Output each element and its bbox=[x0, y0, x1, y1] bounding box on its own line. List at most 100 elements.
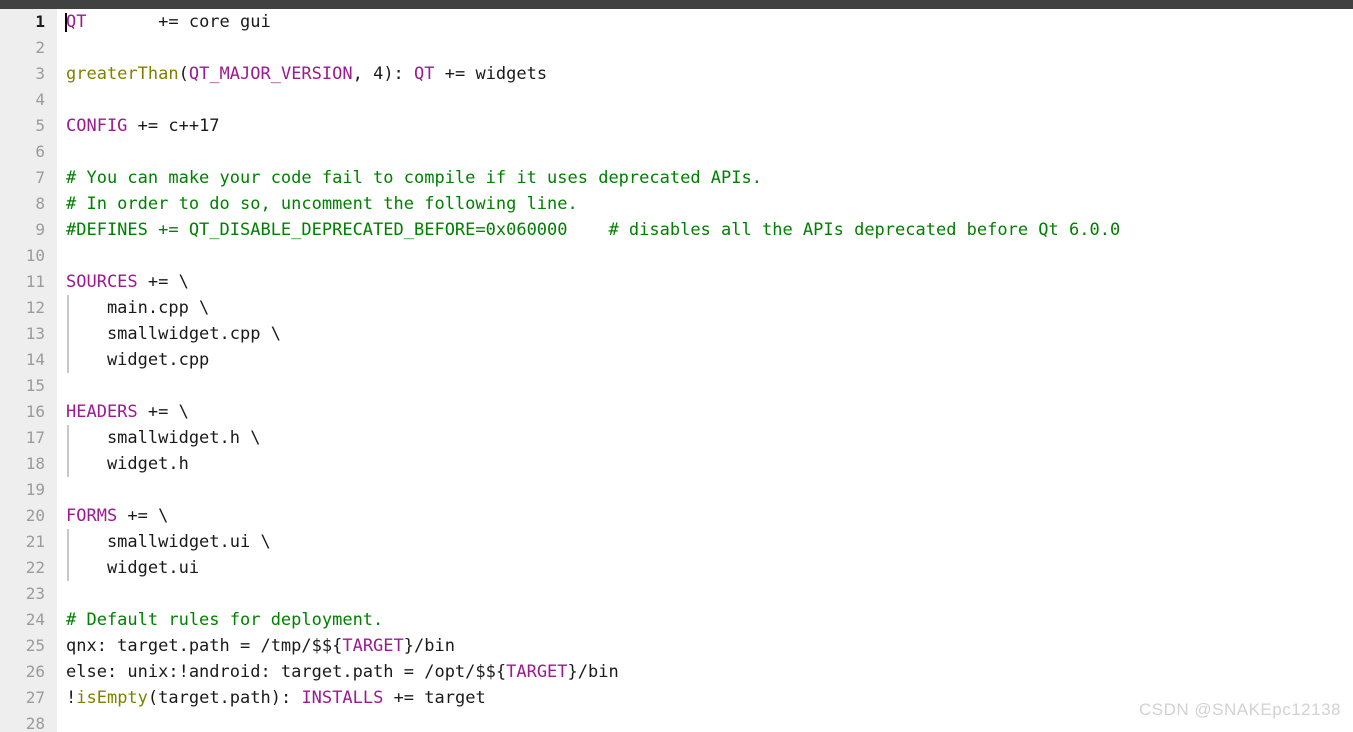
line-number: 7 bbox=[35, 168, 45, 187]
line-number: 9 bbox=[35, 220, 45, 239]
line-number: 14 bbox=[25, 350, 45, 369]
code-line[interactable]: 7 # You can make your code fail to compil… bbox=[0, 165, 1353, 191]
code-line[interactable]: 15 bbox=[0, 373, 1353, 399]
code-line-text[interactable]: smallwidget.h \ bbox=[66, 425, 261, 451]
code-lines-container[interactable]: 1 QT += core gui 2 3 greaterThan(QT_MAJOR_VE… bbox=[0, 9, 1353, 732]
code-token-plain: qnx: target.path = /tmp/$${ bbox=[66, 636, 343, 656]
code-line[interactable]: 1 QT += core gui bbox=[0, 9, 1353, 35]
code-token-var: QT bbox=[66, 12, 87, 32]
line-number: 21 bbox=[25, 532, 45, 551]
code-token-cmt: # Default rules for deployment. bbox=[66, 610, 384, 630]
code-line[interactable]: 20 FORMS += \ bbox=[0, 503, 1353, 529]
code-line[interactable]: 2 bbox=[0, 35, 1353, 61]
code-line[interactable]: 23 bbox=[0, 581, 1353, 607]
code-line[interactable]: 5 CONFIG += c++17 bbox=[0, 113, 1353, 139]
line-number: 3 bbox=[35, 64, 45, 83]
code-line[interactable]: 4 bbox=[0, 87, 1353, 113]
code-token-var: HEADERS bbox=[66, 402, 138, 422]
code-token-plain: smallwidget.ui \ bbox=[66, 532, 271, 552]
code-token-plain: widget.h bbox=[66, 454, 189, 474]
code-line-text[interactable]: HEADERS += \ bbox=[66, 399, 189, 425]
code-token-plain: += core gui bbox=[86, 12, 271, 32]
code-line[interactable]: 14 widget.cpp bbox=[0, 347, 1353, 373]
code-line-text[interactable]: greaterThan(QT_MAJOR_VERSION, 4): QT += … bbox=[66, 61, 547, 87]
code-token-cmt: #DEFINES += QT_DISABLE_DEPRECATED_BEFORE… bbox=[66, 220, 1121, 240]
code-line-text[interactable]: FORMS += \ bbox=[66, 503, 168, 529]
line-number: 25 bbox=[25, 636, 45, 655]
line-number: 24 bbox=[25, 610, 45, 629]
code-line[interactable]: 13 smallwidget.cpp \ bbox=[0, 321, 1353, 347]
code-token-var: QT bbox=[414, 64, 435, 84]
code-line[interactable]: 16 HEADERS += \ bbox=[0, 399, 1353, 425]
code-line[interactable]: 25 qnx: target.path = /tmp/$${TARGET}/bin bbox=[0, 633, 1353, 659]
code-line-text[interactable]: smallwidget.ui \ bbox=[66, 529, 271, 555]
code-line-text[interactable]: qnx: target.path = /tmp/$${TARGET}/bin bbox=[66, 633, 455, 659]
code-line[interactable]: 26 else: unix:!android: target.path = /op… bbox=[0, 659, 1353, 685]
line-number: 8 bbox=[35, 194, 45, 213]
code-line[interactable]: 21 smallwidget.ui \ bbox=[0, 529, 1353, 555]
code-token-plain: (target.path): bbox=[147, 688, 302, 708]
code-token-plain: smallwidget.cpp \ bbox=[66, 324, 281, 344]
code-line[interactable]: 3 greaterThan(QT_MAJOR_VERSION, 4): QT +=… bbox=[0, 61, 1353, 87]
code-line-text[interactable]: #DEFINES += QT_DISABLE_DEPRECATED_BEFORE… bbox=[66, 217, 1120, 243]
code-token-plain: += \ bbox=[137, 272, 189, 292]
code-token-func: greaterThan bbox=[66, 64, 179, 84]
code-token-cmt: # In order to do so, uncomment the follo… bbox=[66, 194, 578, 214]
code-token-plain: += \ bbox=[137, 402, 189, 422]
code-line[interactable]: 22 widget.ui bbox=[0, 555, 1353, 581]
code-line-text[interactable]: !isEmpty(target.path): INSTALLS += targe… bbox=[66, 685, 486, 711]
code-line-text[interactable]: widget.cpp bbox=[66, 347, 209, 373]
code-token-cmt: # You can make your code fail to compile… bbox=[66, 168, 762, 188]
code-token-plain: }/bin bbox=[403, 636, 455, 656]
code-token-plain: ! bbox=[66, 688, 77, 708]
code-token-plain: main.cpp \ bbox=[66, 298, 210, 318]
code-token-plain: smallwidget.h \ bbox=[66, 428, 261, 448]
editor-window: 1 QT += core gui 2 3 greaterThan(QT_MAJOR_VE… bbox=[0, 0, 1353, 732]
code-line[interactable]: 24 # Default rules for deployment. bbox=[0, 607, 1353, 633]
code-token-plain: += c++17 bbox=[127, 116, 220, 136]
code-line-text[interactable]: CONFIG += c++17 bbox=[66, 113, 220, 139]
code-line[interactable]: 18 widget.h bbox=[0, 451, 1353, 477]
code-token-var: CONFIG bbox=[66, 116, 128, 136]
code-token-plain: }/bin bbox=[567, 662, 619, 682]
code-token-var: SOURCES bbox=[66, 272, 138, 292]
code-line[interactable]: 12 main.cpp \ bbox=[0, 295, 1353, 321]
code-line[interactable]: 6 bbox=[0, 139, 1353, 165]
code-line-text[interactable]: QT += core gui bbox=[66, 9, 271, 35]
code-token-plain: else: unix:!android: target.path = /opt/… bbox=[66, 662, 507, 682]
code-line[interactable]: 8 # In order to do so, uncomment the foll… bbox=[0, 191, 1353, 217]
code-token-plain: += widgets bbox=[434, 64, 548, 84]
line-number: 1 bbox=[35, 12, 45, 31]
code-line[interactable]: 11 SOURCES += \ bbox=[0, 269, 1353, 295]
line-number: 18 bbox=[25, 454, 45, 473]
code-line-text[interactable]: # Default rules for deployment. bbox=[66, 607, 383, 633]
line-number: 28 bbox=[25, 714, 45, 732]
code-token-var: INSTALLS bbox=[301, 688, 384, 708]
watermark-text: CSDN @SNAKEpc12138 bbox=[1138, 700, 1341, 719]
line-number: 11 bbox=[25, 272, 45, 291]
line-number: 12 bbox=[25, 298, 45, 317]
code-line-text[interactable]: widget.ui bbox=[66, 555, 199, 581]
line-number: 20 bbox=[25, 506, 45, 525]
code-token-var: TARGET bbox=[342, 636, 404, 656]
code-line[interactable]: 17 smallwidget.h \ bbox=[0, 425, 1353, 451]
code-line-text[interactable]: # In order to do so, uncomment the follo… bbox=[66, 191, 578, 217]
code-line-text[interactable]: SOURCES += \ bbox=[66, 269, 189, 295]
code-token-func: isEmpty bbox=[76, 688, 148, 708]
code-line[interactable]: 9 #DEFINES += QT_DISABLE_DEPRECATED_BEFOR… bbox=[0, 217, 1353, 243]
code-line-text[interactable]: main.cpp \ bbox=[66, 295, 209, 321]
line-number: 10 bbox=[25, 246, 45, 265]
code-token-plain: += \ bbox=[117, 506, 169, 526]
code-line-text[interactable]: smallwidget.cpp \ bbox=[66, 321, 281, 347]
code-editor[interactable]: 1 QT += core gui 2 3 greaterThan(QT_MAJOR_VE… bbox=[0, 9, 1353, 732]
code-token-plain: , 4): bbox=[352, 64, 415, 84]
window-titlebar bbox=[0, 0, 1353, 9]
line-number: 23 bbox=[25, 584, 45, 603]
line-number: 17 bbox=[25, 428, 45, 447]
code-line-text[interactable]: else: unix:!android: target.path = /opt/… bbox=[66, 659, 619, 685]
code-line-text[interactable]: # You can make your code fail to compile… bbox=[66, 165, 762, 191]
code-line-text[interactable]: widget.h bbox=[66, 451, 189, 477]
line-number: 2 bbox=[35, 38, 45, 57]
code-line[interactable]: 19 bbox=[0, 477, 1353, 503]
code-line[interactable]: 10 bbox=[0, 243, 1353, 269]
